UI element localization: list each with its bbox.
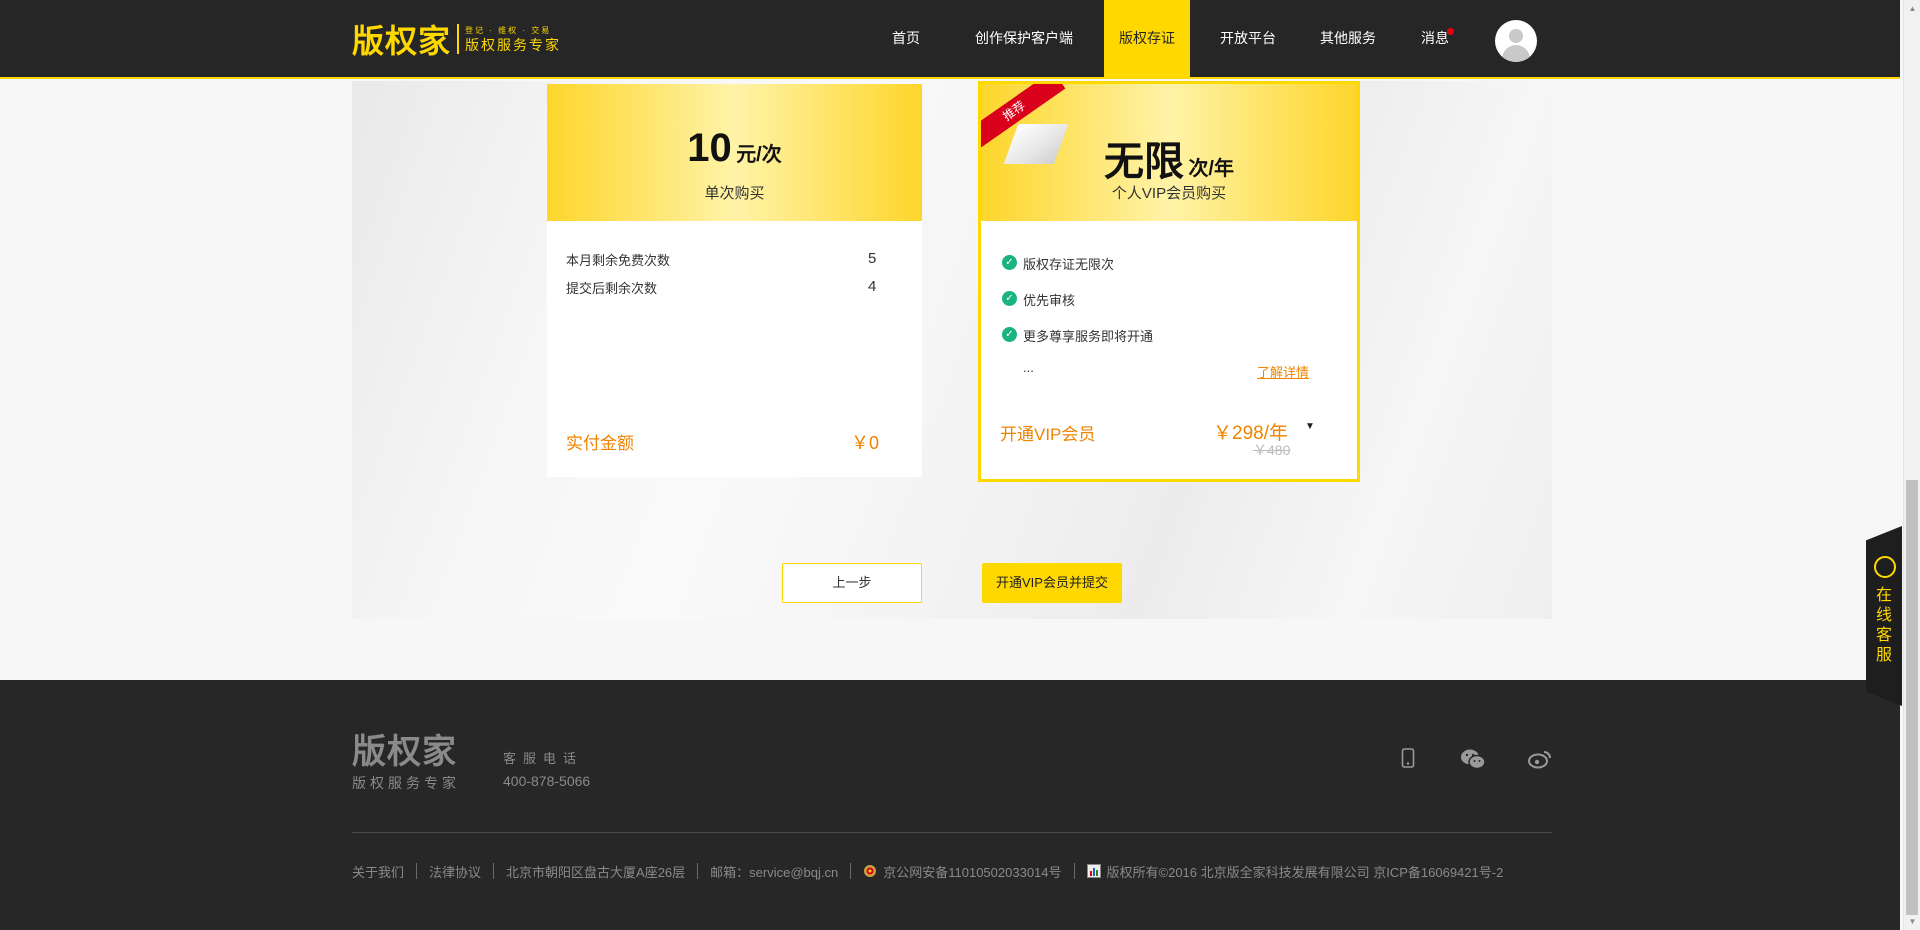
single-price: 10 — [687, 126, 732, 170]
logo-divider — [457, 24, 460, 54]
vip-feature-3: 更多尊享服务即将开通 — [1023, 329, 1154, 344]
footer-link-about[interactable]: 关于我们 — [352, 862, 404, 881]
phone-number: 400-878-5066 — [503, 773, 591, 789]
nav-other-services[interactable]: 其他服务 — [1313, 0, 1383, 77]
remaining-count-value: 4 — [868, 278, 877, 295]
user-avatar[interactable] — [1495, 20, 1537, 62]
logo-main-text: 版权家 — [352, 22, 452, 60]
weibo-icon[interactable] — [1528, 749, 1552, 774]
footer-police-record[interactable]: 京公网安备11010502033014号 — [883, 862, 1061, 881]
vip-feature-2: 优先审核 — [1023, 293, 1076, 308]
remaining-count-label: 提交后剩余次数 — [566, 281, 658, 296]
ribbon-curl — [1003, 124, 1069, 164]
recommend-ribbon: 推荐 — [981, 84, 1077, 164]
footer-address: 北京市朝阳区盘古大厦A座26层 — [506, 864, 686, 880]
price-dropdown-icon[interactable]: ▼ — [1305, 421, 1315, 432]
footer-link-legal[interactable]: 法律协议 — [429, 862, 481, 881]
previous-step-button[interactable]: 上一步 — [782, 563, 922, 603]
vip-price: 无限 — [1103, 140, 1184, 184]
footer-logo: 版权家 版权服务专家 — [352, 735, 460, 793]
learn-more-link[interactable]: 了解详情 — [1257, 362, 1309, 381]
page-scrollbar[interactable]: ▲ ▼ — [1903, 0, 1920, 930]
nav-messages[interactable]: 消息 — [1414, 0, 1456, 77]
footer-logo-main: 版权家 — [352, 732, 457, 772]
vip-feature-1: 版权存证无限次 — [1023, 257, 1115, 272]
logo-tagline: 登记 · 维权 · 交易 — [465, 25, 552, 35]
open-vip-submit-button[interactable]: 开通VIP会员并提交 — [982, 563, 1122, 603]
pay-amount-label: 实付金额 — [566, 434, 634, 453]
original-price: ￥480 — [1253, 442, 1291, 458]
check-icon: ✓ — [1002, 327, 1017, 342]
footer-email: 邮箱：service@bqj.cn — [710, 864, 839, 880]
top-nav-bar: 版权家 登记 · 维权 · 交易 版权服务专家 首页 创作保护客户端 版权存证 … — [0, 0, 1900, 79]
chart-badge-icon — [1086, 864, 1101, 878]
site-logo[interactable]: 版权家 登记 · 维权 · 交易 版权服务专家 — [352, 20, 562, 60]
avatar-body-icon — [1502, 45, 1530, 62]
link-separator — [416, 863, 418, 879]
free-count-value: 5 — [868, 250, 877, 267]
link-separator — [697, 863, 699, 879]
single-card-header: 10 元/次 单次购买 — [547, 84, 922, 221]
scroll-up-arrow-icon[interactable]: ▲ — [1904, 0, 1920, 17]
single-price-line: 10 元/次 — [547, 126, 922, 171]
vip-feature-ellipsis: ... — [1023, 360, 1034, 375]
nav-creation-client[interactable]: 创作保护客户端 — [968, 0, 1080, 77]
nav-home[interactable]: 首页 — [880, 0, 932, 77]
headset-icon — [1874, 556, 1896, 578]
single-card-title: 单次购买 — [704, 185, 765, 202]
vip-purchase-card[interactable]: 无限 次/年 个人VIP会员购买 推荐 ✓ 版权存证无限次 ✓ 优先审核 ✓ 更… — [978, 81, 1360, 482]
message-unread-dot — [1447, 28, 1454, 35]
footer: 版权家 版权服务专家 客服电话 400-878-5066 关于我们 法律协议 北… — [0, 680, 1900, 930]
footer-links: 关于我们 法律协议 北京市朝阳区盘古大厦A座26层 邮箱：service@bqj… — [352, 862, 1504, 881]
vip-card-title: 个人VIP会员购买 — [1111, 185, 1227, 202]
mobile-icon[interactable] — [1401, 748, 1415, 773]
scroll-down-arrow-icon[interactable]: ▼ — [1904, 913, 1920, 930]
wechat-icon[interactable] — [1460, 748, 1486, 775]
content-background — [352, 81, 1552, 619]
police-badge-icon — [863, 864, 877, 878]
link-separator — [850, 863, 852, 879]
link-separator — [1073, 863, 1075, 879]
free-count-label: 本月剩余免费次数 — [566, 253, 671, 268]
footer-logo-sub: 版权服务专家 — [352, 775, 460, 791]
nav-copyright-deposit[interactable]: 版权存证 — [1104, 0, 1190, 77]
phone-label: 客服电话 — [503, 751, 584, 766]
footer-divider — [352, 832, 1552, 833]
single-purchase-card[interactable]: 10 元/次 单次购买 本月剩余免费次数 5 提交后剩余次数 4 实付金额 ￥0 — [547, 84, 922, 477]
online-service-tab[interactable]: 在线客服 — [1866, 526, 1902, 706]
check-icon: ✓ — [1002, 255, 1017, 270]
online-service-label: 在线客服 — [1875, 587, 1892, 664]
avatar-head-icon — [1509, 29, 1523, 43]
logo-subtitle: 登记 · 维权 · 交易 版权服务专家 — [465, 25, 562, 53]
nav-open-platform[interactable]: 开放平台 — [1213, 0, 1283, 77]
footer-phone: 客服电话 400-878-5066 — [503, 748, 590, 789]
open-vip-label: 开通VIP会员 — [1000, 425, 1096, 444]
pay-amount-value: ￥0 — [851, 433, 880, 453]
scroll-thumb[interactable] — [1906, 480, 1918, 915]
link-separator — [493, 863, 495, 879]
logo-sub-text: 版权服务专家 — [465, 36, 562, 53]
vip-price-unit: 次/年 — [1188, 158, 1234, 180]
check-icon: ✓ — [1002, 291, 1017, 306]
single-price-unit: 元/次 — [736, 144, 782, 166]
footer-copyright: 版权所有©2016 北京版全家科技发展有限公司 京ICP备16069421号-2 — [1106, 864, 1504, 880]
